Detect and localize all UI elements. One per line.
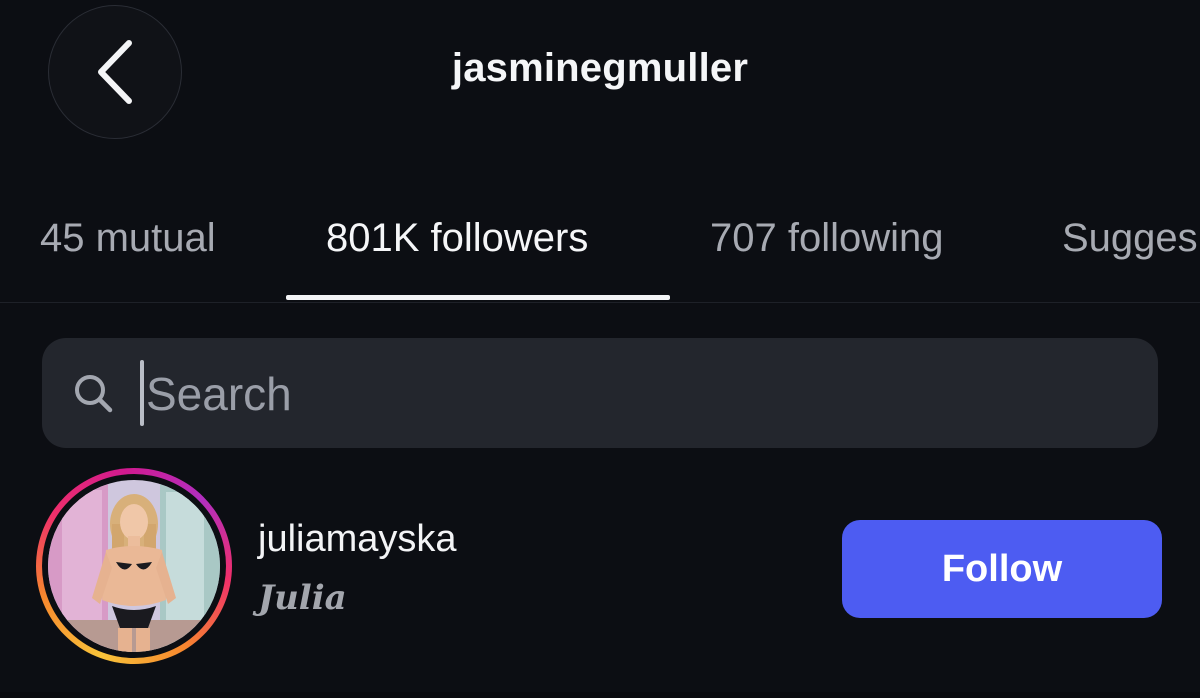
tab-suggested[interactable]: Sugges [1062, 208, 1198, 268]
search-icon [75, 375, 113, 413]
tab-bar: 45 mutual 801K followers 707 following S… [0, 208, 1200, 268]
avatar-image [48, 480, 220, 652]
follow-button[interactable]: Follow [842, 520, 1162, 618]
tab-mutual[interactable]: 45 mutual [40, 208, 216, 268]
list-item: juliamayska Julia Follow [0, 468, 1200, 668]
page-title: jasminegmuller [451, 46, 749, 90]
tabs-divider [0, 302, 1200, 303]
bottom-edge [0, 692, 1200, 698]
avatar[interactable] [36, 468, 232, 664]
tab-following[interactable]: 707 following [710, 208, 944, 268]
tab-followers[interactable]: 801K followers [326, 208, 588, 268]
follower-display-name: Julia [258, 578, 347, 618]
search-placeholder: Search [146, 368, 292, 420]
active-tab-indicator [286, 295, 670, 300]
text-caret [140, 360, 144, 426]
follower-username[interactable]: juliamayska [258, 518, 457, 561]
